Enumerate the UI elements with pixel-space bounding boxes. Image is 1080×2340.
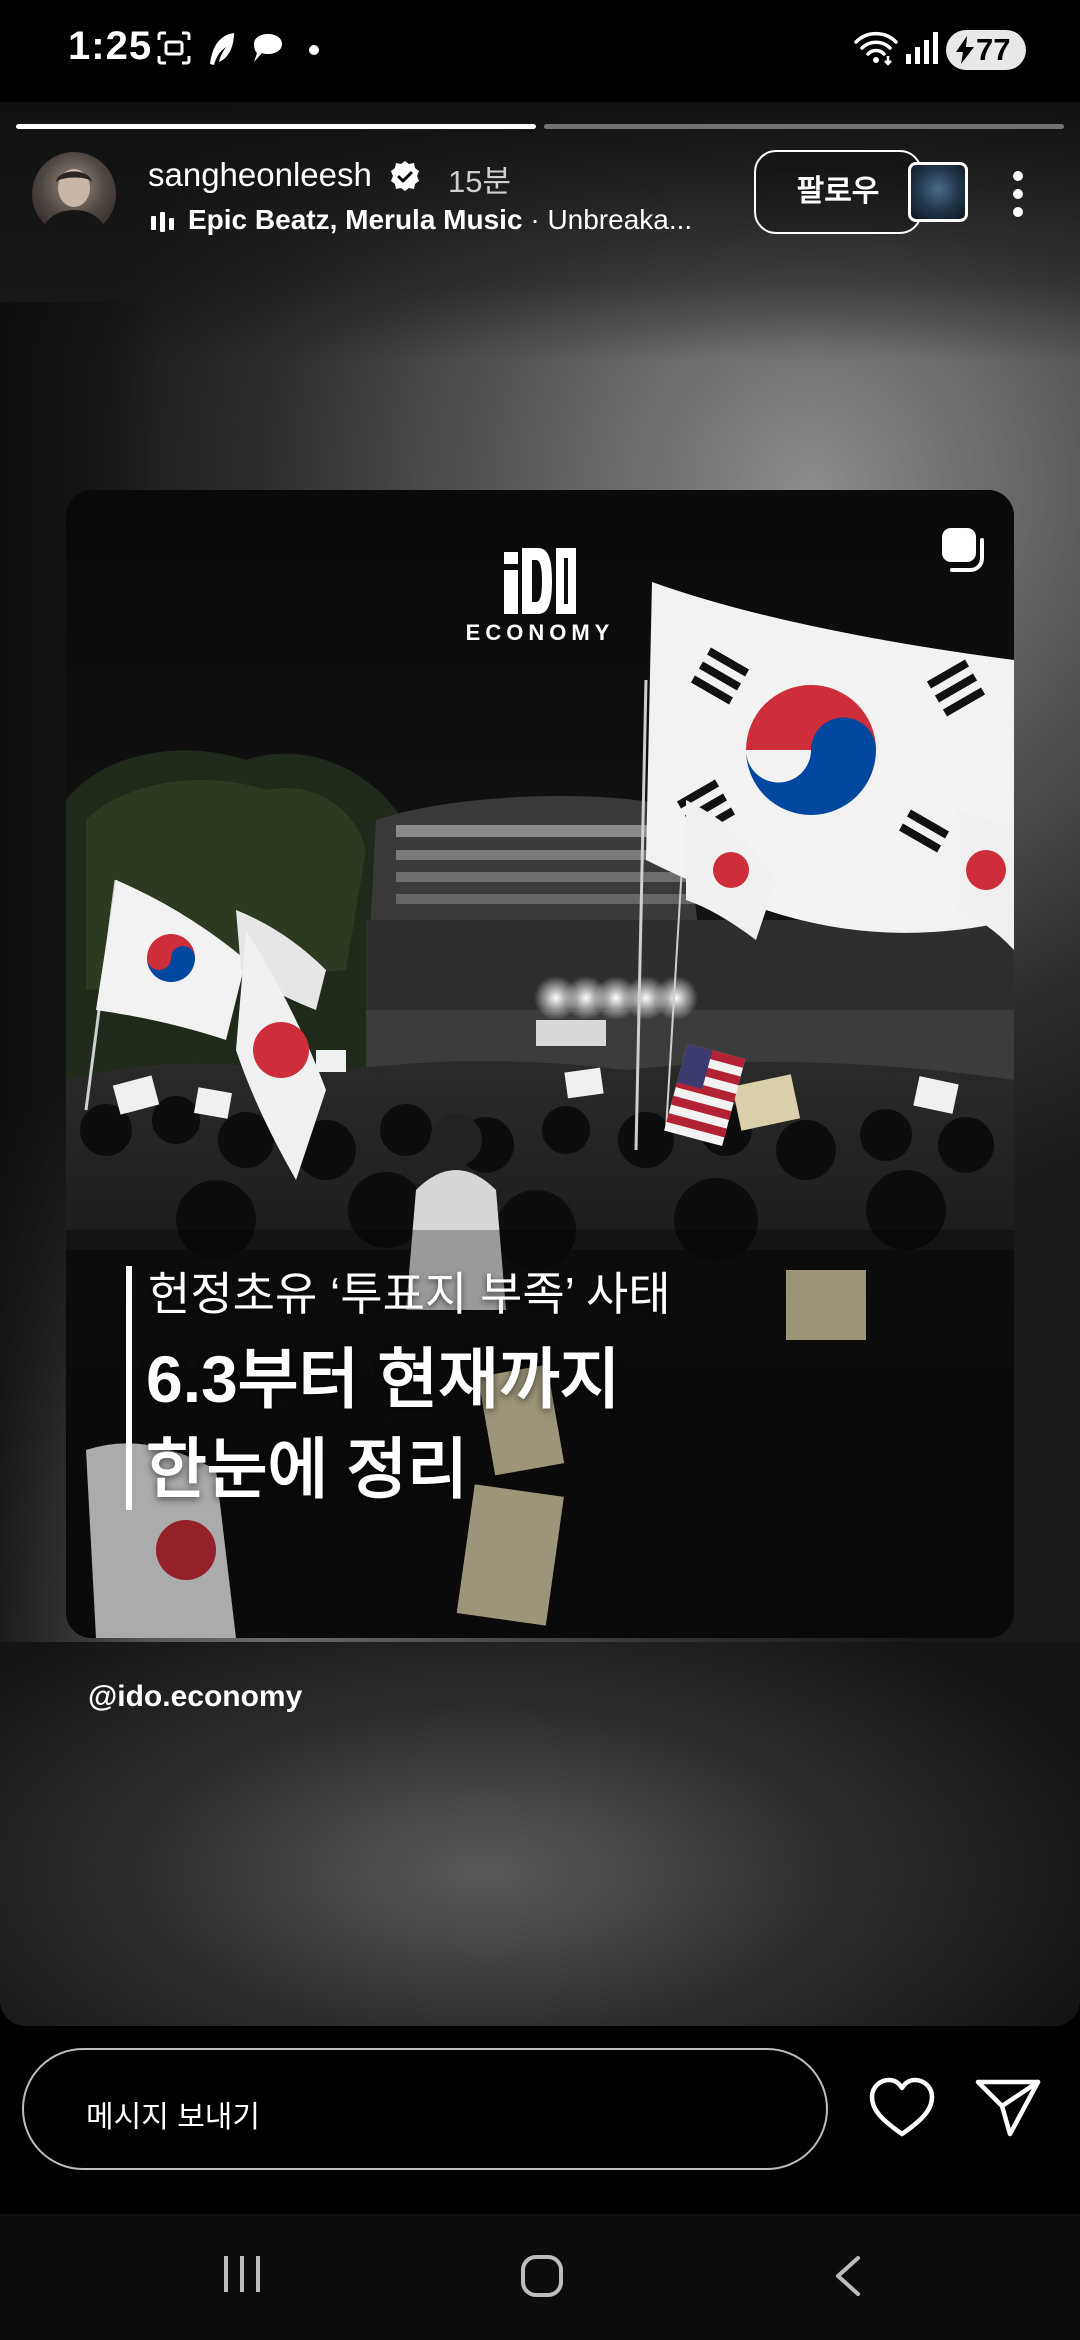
message-placeholder: 메시지 보내기	[86, 2101, 260, 2134]
story-music-info[interactable]: Epic Beatz, Merula Music · Unbreaka...	[188, 204, 708, 236]
music-artists: Epic Beatz, Merula Music	[188, 204, 523, 235]
story-time-ago: 15분	[448, 164, 512, 199]
story-progress-segment-1	[16, 124, 536, 129]
logo-wordmark: ECONOMY	[465, 620, 615, 645]
battery-level: 77	[976, 32, 1011, 67]
avatar[interactable]	[32, 152, 116, 236]
mention-sticker[interactable]: @ido.economy	[88, 1680, 302, 1714]
follow-button[interactable]: 팔로우	[754, 150, 922, 234]
more-options-icon[interactable]	[1004, 166, 1032, 222]
story-progress-fill	[16, 124, 536, 129]
story-progress-segment-2	[544, 124, 1064, 129]
story-username[interactable]: sangheonleesh	[148, 156, 372, 194]
like-heart-icon[interactable]	[868, 2076, 936, 2140]
music-track: Unbreaka...	[547, 204, 693, 235]
verified-badge-icon	[391, 161, 419, 191]
status-bar: 1:25 77	[0, 0, 1080, 102]
charging-bolt-icon	[956, 36, 974, 64]
headline-accent-bar	[126, 1266, 132, 1510]
wifi-icon	[854, 31, 898, 66]
instagram-story-screen: 1:25 77 sangheonleesh 15분 Epic Beatz, Me…	[0, 0, 1080, 2340]
threads-icon	[254, 34, 282, 62]
music-separator: ·	[522, 204, 548, 235]
battery-indicator: 77	[946, 30, 1026, 70]
signal-icon	[906, 32, 938, 64]
system-nav-bar	[0, 2214, 1080, 2340]
recent-apps-icon[interactable]	[220, 2254, 264, 2294]
home-icon[interactable]	[520, 2254, 564, 2298]
status-time: 1:25	[68, 24, 153, 68]
music-bars-icon	[151, 212, 174, 232]
headline-line-2: 6.3부터 현재까지	[146, 1342, 621, 1416]
story-post-card[interactable]: ECONOMY 헌정초유 ‘투표지 부족’ 사태 6.3부터 현재까지 한눈에 …	[66, 490, 1014, 1638]
headline-line-1: 헌정초유 ‘투표지 부족’ 사태	[148, 1268, 671, 1320]
headline-line-3: 한눈에 정리	[146, 1432, 468, 1506]
notification-dot-icon	[309, 45, 319, 55]
album-art-thumbnail[interactable]	[908, 162, 968, 222]
send-paper-plane-icon[interactable]	[974, 2076, 1042, 2140]
avatar-photo	[40, 169, 108, 236]
ido-economy-logo-icon	[504, 548, 576, 614]
carousel-multiple-icon	[942, 528, 984, 572]
screenshot-icon	[157, 31, 191, 65]
back-icon[interactable]	[832, 2254, 862, 2298]
message-input[interactable]: 메시지 보내기	[22, 2048, 828, 2170]
feather-app-icon	[210, 33, 234, 65]
